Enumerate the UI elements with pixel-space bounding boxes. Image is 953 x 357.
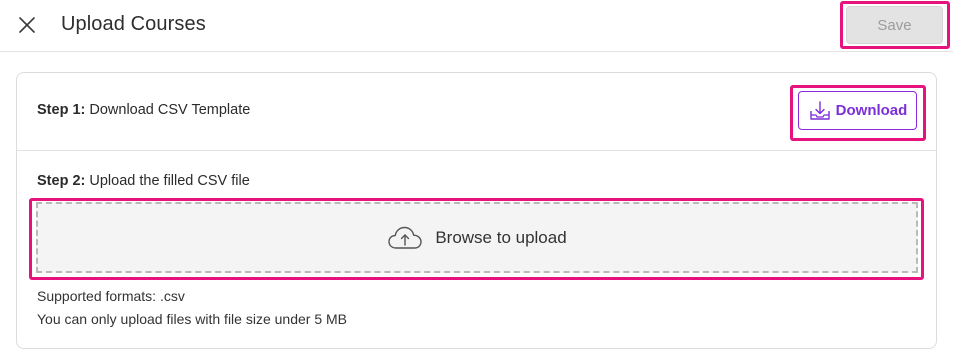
step2-text: Upload the filled CSV file: [85, 173, 250, 189]
step1-text: Download CSV Template: [85, 102, 251, 118]
close-icon: [19, 17, 35, 33]
step1-prefix: Step 1:: [37, 102, 86, 118]
supported-formats-text: Supported formats: .csv: [37, 288, 185, 304]
download-icon: [809, 100, 830, 120]
close-button[interactable]: [14, 12, 40, 38]
page-title: Upload Courses: [61, 13, 206, 35]
save-button[interactable]: Save: [846, 6, 943, 44]
download-button[interactable]: Download: [798, 91, 917, 130]
browse-upload-dropzone[interactable]: Browse to upload: [36, 202, 918, 273]
step2-prefix: Step 2:: [37, 173, 86, 189]
step2-label: Step 2: Upload the filled CSV file: [37, 173, 250, 189]
download-label: Download: [835, 102, 908, 119]
browse-upload-label: Browse to upload: [435, 227, 567, 247]
dialog-header: Upload Courses Save: [0, 0, 953, 52]
file-size-limit-text: You can only upload files with file size…: [37, 311, 347, 327]
cloud-upload-icon: [388, 226, 423, 249]
step1-label: Step 1: Download CSV Template: [37, 102, 250, 118]
